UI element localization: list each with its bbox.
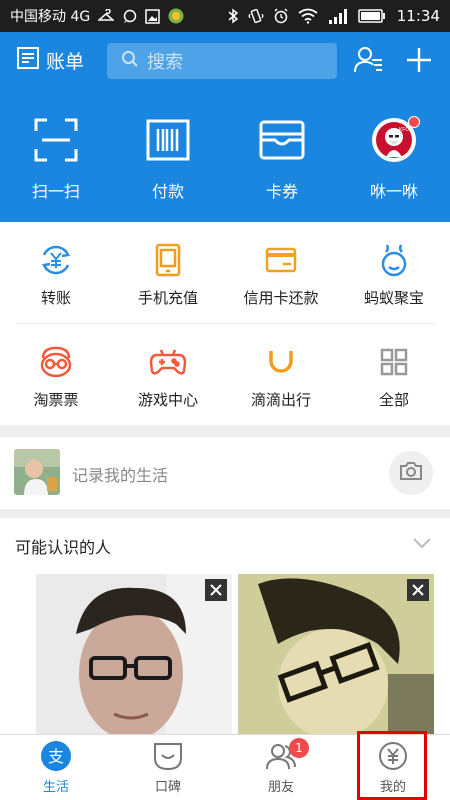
camera-icon xyxy=(399,461,423,485)
tab-label: 生活 xyxy=(42,780,69,795)
service-game-center[interactable]: 游戏中心 xyxy=(112,344,224,410)
ant-fortune-icon xyxy=(378,242,410,278)
search-placeholder: 搜索 xyxy=(147,52,183,73)
search-icon xyxy=(121,50,139,73)
phone-recharge-icon xyxy=(155,242,181,278)
svg-text:支: 支 xyxy=(48,747,64,766)
alarm-icon xyxy=(273,8,289,24)
tab-life[interactable]: 支 生活 xyxy=(0,741,112,795)
service-label: 蚂蚁聚宝 xyxy=(363,289,424,307)
credit-card-icon xyxy=(265,242,297,278)
bill-label: 账单 xyxy=(46,51,85,73)
service-phone-recharge[interactable]: 手机充值 xyxy=(112,242,224,308)
plus-icon xyxy=(405,48,433,78)
service-label: 游戏中心 xyxy=(137,391,198,409)
image-icon xyxy=(145,8,160,24)
services-grid: 转账 手机充值 信用卡还款 蚂蚁聚宝 淘票票 游戏中心 滴滴出行 全部 xyxy=(0,222,450,425)
life-icon: 支 xyxy=(41,741,71,771)
gamepad-icon xyxy=(149,344,187,380)
kfc-logo: KFC xyxy=(372,116,420,162)
status-time: 11:34 xyxy=(396,7,440,25)
barcode-icon xyxy=(146,116,190,164)
service-taopiaopiao[interactable]: 淘票票 xyxy=(0,344,112,410)
tab-label: 朋友 xyxy=(267,780,294,795)
service-transfer[interactable]: 转账 xyxy=(0,242,112,308)
close-icon[interactable] xyxy=(205,579,227,601)
didi-icon xyxy=(266,344,296,380)
contacts-icon xyxy=(354,47,384,78)
highlight-annotation xyxy=(357,731,427,800)
divider xyxy=(16,323,434,324)
service-didi[interactable]: 滴滴出行 xyxy=(225,344,337,410)
contacts-button[interactable] xyxy=(354,46,384,78)
service-label: 滴滴出行 xyxy=(250,391,311,409)
card-wallet-icon xyxy=(259,116,305,164)
service-label: 手机充值 xyxy=(137,289,198,307)
quick-action-shake[interactable]: KFC 咻一咻 xyxy=(338,116,450,202)
tab-label: 口碑 xyxy=(154,780,181,795)
service-credit-card[interactable]: 信用卡还款 xyxy=(225,242,337,308)
taopiaopiao-icon xyxy=(39,344,73,380)
service-label: 全部 xyxy=(378,391,409,409)
notification-badge: 1 xyxy=(289,738,309,758)
service-all[interactable]: 全部 xyxy=(338,344,450,410)
app-notification-icon xyxy=(168,8,184,24)
people-you-may-know: 可能认识的人 xyxy=(0,518,450,734)
hanger-icon xyxy=(98,9,115,23)
top-banner: 账单 搜索 扫一扫 付款 卡券 KFC 咻一咻 xyxy=(0,32,450,222)
camera-button[interactable] xyxy=(389,451,433,495)
battery-icon xyxy=(358,9,386,23)
vibrate-icon xyxy=(248,8,264,24)
service-label: 淘票票 xyxy=(33,391,79,409)
bill-icon xyxy=(16,46,40,75)
quick-action-label: 咻一咻 xyxy=(369,182,418,201)
quick-action-scan[interactable]: 扫一扫 xyxy=(0,116,112,202)
service-label: 转账 xyxy=(40,289,71,307)
signal-4g-icon xyxy=(327,8,349,24)
status-bar: 中国移动 4G 11:34 xyxy=(0,0,450,32)
service-label: 信用卡还款 xyxy=(243,289,319,307)
tab-friends[interactable]: 1 朋友 xyxy=(225,738,337,795)
quick-action-cards[interactable]: 卡券 xyxy=(226,116,338,202)
chat-bubble-icon xyxy=(122,9,137,24)
wifi-icon xyxy=(298,8,318,24)
life-record-card[interactable]: 记录我的生活 xyxy=(0,437,450,509)
person-card[interactable] xyxy=(238,574,434,734)
carrier-label: 中国移动 4G xyxy=(10,9,91,25)
service-ant-fortune[interactable]: 蚂蚁聚宝 xyxy=(338,242,450,308)
koubei-icon xyxy=(153,741,183,771)
section-title: 可能认识的人 xyxy=(15,538,112,557)
transfer-icon xyxy=(39,242,73,278)
quick-action-label: 付款 xyxy=(151,182,184,201)
grid-icon xyxy=(380,344,408,380)
quick-action-label: 卡券 xyxy=(265,182,298,201)
notification-dot xyxy=(408,116,420,128)
scan-icon xyxy=(34,116,78,164)
avatar xyxy=(14,449,60,495)
bluetooth-icon xyxy=(227,8,239,24)
close-icon[interactable] xyxy=(407,579,429,601)
bill-button[interactable]: 账单 xyxy=(16,46,84,75)
friends-icon: 1 xyxy=(265,738,309,771)
quick-action-label: 扫一扫 xyxy=(31,182,80,201)
chevron-down-icon[interactable] xyxy=(412,534,432,553)
svg-text:KFC: KFC xyxy=(399,127,409,133)
tab-koubei[interactable]: 口碑 xyxy=(112,741,224,795)
quick-action-pay[interactable]: 付款 xyxy=(112,116,224,202)
life-prompt: 记录我的生活 xyxy=(72,466,169,485)
person-card[interactable] xyxy=(36,574,232,734)
add-button[interactable] xyxy=(405,46,433,78)
search-input[interactable]: 搜索 xyxy=(107,43,337,79)
